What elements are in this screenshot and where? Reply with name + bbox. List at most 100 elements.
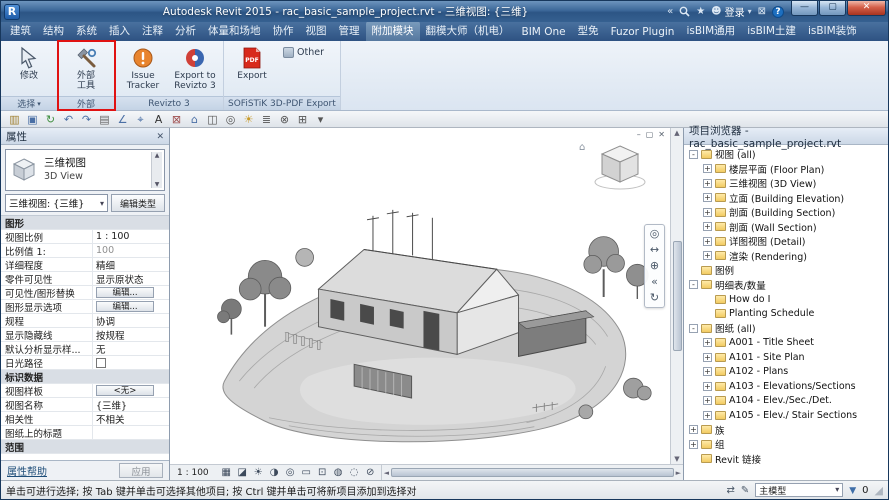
property-row[interactable]: 日光路径 (1, 356, 169, 370)
sign-in-button[interactable]: ☻ 登录 (711, 4, 751, 19)
view-close-icon[interactable]: ✕ (658, 130, 665, 139)
property-row[interactable]: 显示隐藏线 按规程 (1, 328, 169, 342)
rendering-dialog-icon[interactable]: ◎ (284, 466, 297, 480)
scrollbar-thumb[interactable] (673, 241, 682, 351)
tree-item[interactable]: Planting Schedule (684, 307, 888, 322)
tree-item[interactable]: + A102 - Plans (684, 365, 888, 380)
tree-expander-icon[interactable]: + (703, 237, 712, 246)
property-value[interactable]: 不相关 (93, 412, 169, 426)
property-value[interactable]: 无 (93, 342, 169, 356)
property-value[interactable]: 协调 (93, 314, 169, 328)
ribbon-tab[interactable]: 附加模块 (366, 22, 420, 41)
tree-expander-icon[interactable]: + (703, 208, 712, 217)
default-3d-view-icon[interactable]: ⌂ (186, 112, 203, 127)
tree-expander-icon[interactable]: + (703, 193, 712, 202)
properties-help-link[interactable]: 属性帮助 (7, 463, 47, 478)
qat-customize-icon[interactable]: ▾ (312, 112, 329, 127)
panel-label-external[interactable]: 外部 (58, 96, 114, 110)
ribbon-tab[interactable]: isBIM土建 (741, 22, 802, 41)
close-button[interactable] (847, 1, 886, 16)
tree-item[interactable]: + 立面 (Building Elevation) (684, 191, 888, 206)
issue-tracker-button[interactable]: Issue Tracker (118, 43, 168, 95)
help-icon[interactable]: ? (772, 6, 784, 18)
tree-item[interactable]: + A105 - Elev./ Stair Sections (684, 408, 888, 423)
crop-view-icon[interactable]: ▭ (300, 466, 313, 480)
minimize-button[interactable] (791, 1, 818, 16)
section-icon[interactable]: ◫ (204, 112, 221, 127)
unlocked-view-icon[interactable]: ⊘ (364, 466, 377, 480)
panel-label-sofistik[interactable]: SOFiSTiK 3D-PDF Export (224, 96, 340, 110)
favorites-icon[interactable]: ★ (696, 6, 705, 17)
property-row[interactable]: 图形 (1, 216, 169, 230)
property-row[interactable]: 视图比例 1 : 100 (1, 230, 169, 244)
property-value[interactable]: 100 (93, 245, 169, 256)
tree-expander-icon[interactable]: + (703, 222, 712, 231)
property-value[interactable]: 1 : 100 (93, 231, 169, 242)
property-value[interactable]: 编辑... (96, 301, 154, 312)
tree-item[interactable]: + 详图视图 (Detail) (684, 234, 888, 249)
scroll-right-icon[interactable]: ► (676, 469, 681, 477)
export-to-revizto-button[interactable]: Export to Revizto 3 (170, 43, 220, 95)
horizontal-scrollbar[interactable]: ◄ ► (381, 465, 683, 480)
close-hidden-windows-icon[interactable]: ⊗ (276, 112, 293, 127)
view-scale-button[interactable]: 1 : 100 (174, 468, 212, 478)
shadows-icon[interactable]: ◑ (268, 466, 281, 480)
property-row[interactable]: 详细程度 精细 (1, 258, 169, 272)
search-icon[interactable] (679, 6, 690, 17)
callout-icon[interactable]: ◎ (222, 112, 239, 127)
scroll-up-icon[interactable]: ▲ (674, 129, 679, 137)
tree-expander-icon[interactable]: + (703, 251, 712, 260)
measure-icon[interactable]: ∠ (114, 112, 131, 127)
rewind-icon[interactable]: « (651, 276, 658, 288)
exchange-apps-icon[interactable]: ⊠ (758, 6, 766, 17)
tree-item[interactable]: + 楼层平面 (Floor Plan) (684, 162, 888, 177)
ribbon-tab[interactable]: 视图 (300, 22, 333, 41)
property-row[interactable]: 视图样板 <无> (1, 384, 169, 398)
ribbon-tab[interactable]: 系统 (70, 22, 103, 41)
tree-item[interactable]: + 三维视图 (3D View) (684, 176, 888, 191)
tree-item[interactable]: + 剖面 (Building Section) (684, 205, 888, 220)
aligned-dimension-icon[interactable]: ⌖ (132, 112, 149, 127)
save-icon[interactable]: ▣ (24, 112, 41, 127)
project-browser-header[interactable]: 项目浏览器 - rac_basic_sample_project.rvt (684, 128, 888, 145)
ribbon-tab[interactable]: BIM One (516, 24, 572, 41)
tree-item[interactable]: + A101 - Site Plan (684, 350, 888, 365)
property-row[interactable]: 图纸上的标题 (1, 426, 169, 440)
sun-settings-icon[interactable]: ☀ (240, 112, 257, 127)
tree-item[interactable]: - 图纸 (all) (684, 321, 888, 336)
property-row[interactable]: 零件可见性 显示原状态 (1, 272, 169, 286)
print-icon[interactable]: ▤ (96, 112, 113, 127)
tree-item[interactable]: 图例 (684, 263, 888, 278)
tree-item[interactable]: How do I (684, 292, 888, 307)
tree-item[interactable]: - 明细表/数量 (684, 278, 888, 293)
property-value[interactable]: 显示原状态 (93, 272, 169, 286)
modify-button[interactable]: 修改 (4, 43, 54, 95)
view-restore-icon[interactable]: ▢ (646, 130, 654, 139)
type-selector-scrollbar[interactable]: ▲▼ (151, 152, 162, 188)
ribbon-tab[interactable]: 协作 (267, 22, 300, 41)
property-row[interactable]: 默认分析显示样... 无 (1, 342, 169, 356)
panel-label-select[interactable]: 选择 (1, 96, 57, 110)
thin-lines-icon[interactable]: ≣ (258, 112, 275, 127)
view-type-combo[interactable]: 三维视图: {三维} (5, 194, 108, 212)
tree-item[interactable]: Revit 链接 (684, 452, 888, 467)
tree-item[interactable]: + A104 - Elev./Sec./Det. (684, 394, 888, 409)
tree-expander-icon[interactable]: + (703, 396, 712, 405)
ribbon-tab[interactable]: isBIM装饰 (802, 22, 863, 41)
maximize-button[interactable] (819, 1, 846, 16)
property-row[interactable]: 可见性/图形替换 编辑... (1, 286, 169, 300)
tree-expander-icon[interactable]: + (703, 382, 712, 391)
tree-expander-icon[interactable]: + (689, 440, 698, 449)
scroll-left-icon[interactable]: ◄ (384, 469, 389, 477)
tree-expander-icon[interactable]: + (703, 179, 712, 188)
reveal-hidden-elements-icon[interactable]: ◌ (348, 466, 361, 480)
design-option-select[interactable]: 主模型 (755, 483, 843, 497)
ribbon-tab[interactable]: 结构 (37, 22, 70, 41)
properties-header[interactable]: 属性 (1, 128, 169, 145)
property-row[interactable]: 标识数据 (1, 370, 169, 384)
tree-item[interactable]: - 视图 (all) (684, 147, 888, 162)
view-minimize-icon[interactable]: – (637, 130, 641, 139)
sync-with-central-icon[interactable]: ↻ (42, 112, 59, 127)
property-row[interactable]: 规程 协调 (1, 314, 169, 328)
sun-path-icon[interactable]: ☀ (252, 466, 265, 480)
